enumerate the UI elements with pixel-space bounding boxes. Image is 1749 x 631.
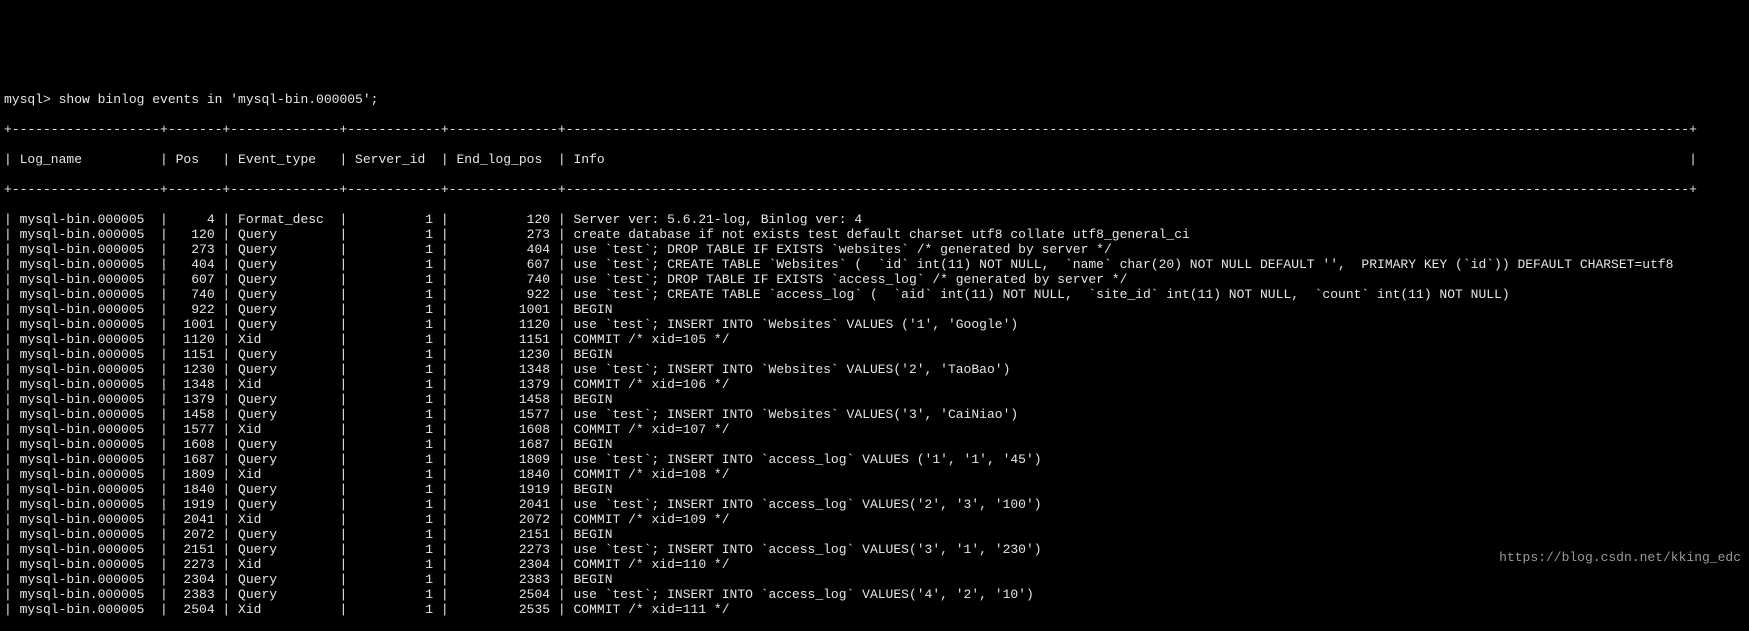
terminal[interactable]: { "prompt": "mysql> show binlog events i… <box>0 30 1749 571</box>
command-line: mysql> show binlog events in 'mysql-bin.… <box>4 92 378 107</box>
table-body: | mysql-bin.000005 | 4 | Format_desc | 1… <box>4 212 1673 617</box>
table-border-top: +-------------------+-------+-----------… <box>4 122 1697 137</box>
watermark: https://blog.csdn.net/kking_edc <box>1499 550 1741 565</box>
table-header: | Log_name | Pos | Event_type | Server_i… <box>4 152 1697 167</box>
table-border-mid: +-------------------+-------+-----------… <box>4 182 1697 197</box>
